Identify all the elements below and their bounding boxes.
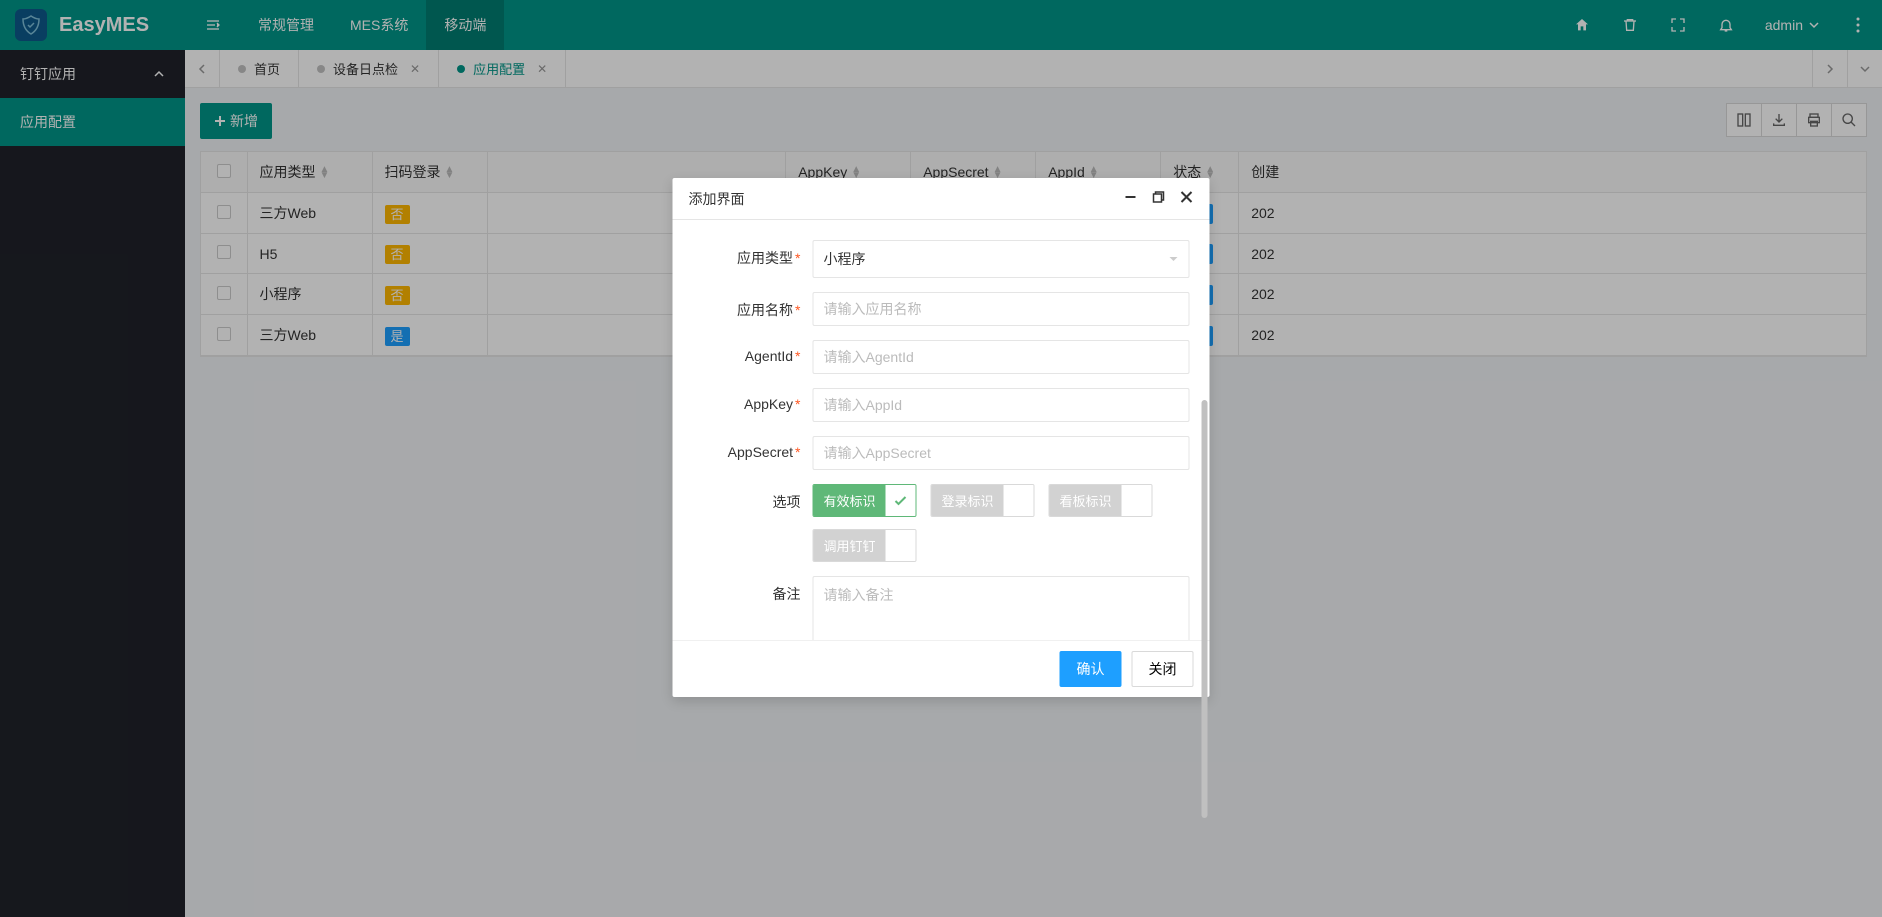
appsecret-input[interactable] bbox=[813, 436, 1190, 470]
modal-title: 添加界面 bbox=[689, 189, 745, 209]
modal-header-icons bbox=[1124, 190, 1194, 207]
form-row-appkey: AppKey* bbox=[693, 388, 1190, 422]
check-icon bbox=[886, 530, 916, 561]
modal-footer: 确认 关闭 bbox=[673, 640, 1210, 697]
form-row-apptype: 应用类型* 小程序 bbox=[693, 240, 1190, 278]
modal-body: 应用类型* 小程序 应用名称* AgentId* AppKey* AppSecr… bbox=[673, 220, 1210, 640]
close-icon[interactable] bbox=[1180, 190, 1194, 207]
scrollbar[interactable] bbox=[1202, 400, 1208, 640]
appkey-input[interactable] bbox=[813, 388, 1190, 422]
form-row-appsecret: AppSecret* bbox=[693, 436, 1190, 470]
form-row-appname: 应用名称* bbox=[693, 292, 1190, 326]
minimize-icon[interactable] bbox=[1124, 190, 1138, 207]
option-chip[interactable]: 有效标识 bbox=[813, 484, 917, 517]
maximize-icon[interactable] bbox=[1152, 190, 1166, 207]
apptype-select[interactable]: 小程序 bbox=[813, 240, 1190, 278]
remark-textarea[interactable] bbox=[813, 576, 1190, 640]
appname-input[interactable] bbox=[813, 292, 1190, 326]
confirm-button[interactable]: 确认 bbox=[1060, 651, 1122, 687]
apptype-value: 小程序 bbox=[824, 249, 866, 269]
form-row-agentid: AgentId* bbox=[693, 340, 1190, 374]
add-modal: 添加界面 应用类型* 小程序 应用名称* AgentId* bbox=[673, 178, 1210, 697]
option-chip[interactable]: 看板标识 bbox=[1049, 484, 1153, 517]
check-icon bbox=[1004, 485, 1034, 516]
form-row-remark: 备注 bbox=[693, 576, 1190, 640]
option-label: 看板标识 bbox=[1050, 485, 1122, 516]
agentid-input[interactable] bbox=[813, 340, 1190, 374]
option-chip[interactable]: 调用钉钉 bbox=[813, 529, 917, 562]
option-label: 登录标识 bbox=[932, 485, 1004, 516]
chevron-down-icon bbox=[1169, 254, 1179, 264]
option-chip[interactable]: 登录标识 bbox=[931, 484, 1035, 517]
options-group: 有效标识 登录标识 看板标识调用钉钉 bbox=[813, 484, 1190, 562]
option-label: 调用钉钉 bbox=[814, 530, 886, 561]
check-icon bbox=[1122, 485, 1152, 516]
option-label: 有效标识 bbox=[814, 485, 886, 516]
close-button[interactable]: 关闭 bbox=[1132, 651, 1194, 687]
form-row-options: 选项 有效标识登录标识看板标识调用钉钉 bbox=[693, 484, 1190, 562]
check-icon bbox=[886, 485, 916, 516]
modal-header: 添加界面 bbox=[673, 178, 1210, 220]
